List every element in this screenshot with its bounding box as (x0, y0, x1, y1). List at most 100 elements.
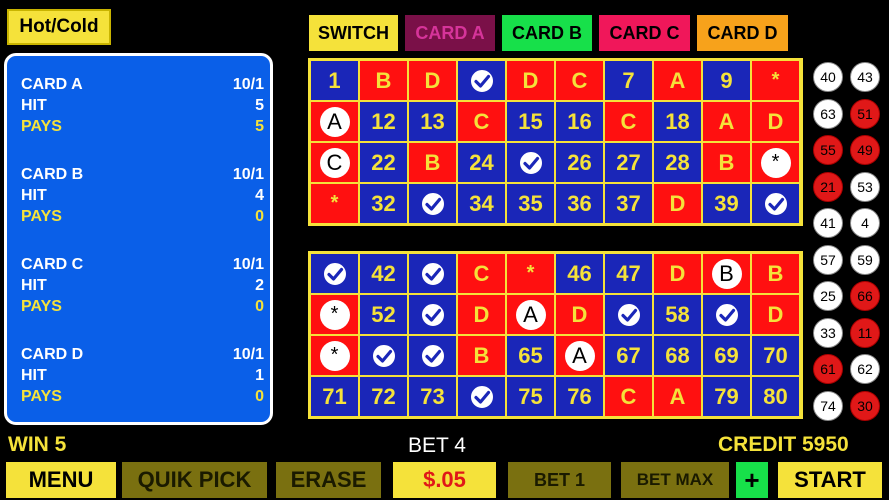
keno-cell[interactable]: 13 (409, 102, 456, 141)
keno-cell[interactable]: 16 (556, 102, 603, 141)
card-b-button[interactable]: CARD B (502, 15, 592, 51)
keno-cell[interactable]: B (703, 143, 750, 182)
card-name-row-value: 10/1 (232, 166, 264, 183)
keno-cell[interactable]: C (605, 102, 652, 141)
keno-cell[interactable]: * (311, 184, 358, 223)
denomination-button[interactable]: $.05 (393, 462, 496, 498)
keno-cell[interactable]: 65 (507, 336, 554, 375)
keno-cell[interactable]: 75 (507, 377, 554, 416)
keno-cell[interactable]: 1 (311, 61, 358, 100)
keno-cell[interactable]: 47 (605, 254, 652, 293)
keno-cell[interactable]: 32 (360, 184, 407, 223)
keno-cell[interactable]: * (752, 143, 799, 182)
plus-button[interactable]: + (736, 462, 768, 498)
keno-cell[interactable]: D (654, 184, 701, 223)
keno-cell[interactable]: A (654, 377, 701, 416)
card-d-button[interactable]: CARD D (697, 15, 788, 51)
keno-cell[interactable]: 24 (458, 143, 505, 182)
keno-cell[interactable] (605, 295, 652, 334)
keno-cell[interactable]: 73 (409, 377, 456, 416)
keno-cell[interactable]: A (311, 102, 358, 141)
keno-cell[interactable] (360, 336, 407, 375)
keno-cell[interactable]: D (458, 295, 505, 334)
keno-cell[interactable]: 69 (703, 336, 750, 375)
keno-cell[interactable]: * (507, 254, 554, 293)
keno-cell[interactable]: 79 (703, 377, 750, 416)
keno-cell[interactable]: C (458, 254, 505, 293)
cell-label: 46 (567, 260, 592, 286)
keno-cell[interactable]: * (752, 61, 799, 100)
keno-cell[interactable]: 80 (752, 377, 799, 416)
keno-cell[interactable]: 72 (360, 377, 407, 416)
keno-cell[interactable]: 22 (360, 143, 407, 182)
keno-cell[interactable]: B (458, 336, 505, 375)
cell-label: 47 (616, 260, 641, 286)
keno-cell[interactable]: C (311, 143, 358, 182)
keno-cell[interactable]: B (360, 61, 407, 100)
keno-cell[interactable]: B (703, 254, 750, 293)
keno-cell[interactable] (458, 61, 505, 100)
keno-cell[interactable]: 18 (654, 102, 701, 141)
keno-cell[interactable]: C (458, 102, 505, 141)
pays-row-value: 0 (255, 208, 264, 225)
keno-cell[interactable] (507, 143, 554, 182)
keno-cell[interactable]: C (605, 377, 652, 416)
pays-row: PAYS 5 (21, 118, 264, 138)
keno-cell[interactable]: 58 (654, 295, 701, 334)
keno-cell[interactable]: 34 (458, 184, 505, 223)
keno-cell[interactable]: 39 (703, 184, 750, 223)
keno-cell[interactable]: 26 (556, 143, 603, 182)
card-c-button[interactable]: CARD C (599, 15, 690, 51)
keno-cell[interactable] (409, 336, 456, 375)
start-button[interactable]: START (778, 462, 882, 498)
keno-cell[interactable]: A (703, 102, 750, 141)
keno-cell[interactable]: 15 (507, 102, 554, 141)
keno-cell[interactable] (409, 254, 456, 293)
keno-cell[interactable]: 28 (654, 143, 701, 182)
keno-cell[interactable]: B (409, 143, 456, 182)
keno-cell[interactable]: D (752, 102, 799, 141)
keno-cell[interactable]: A (556, 336, 603, 375)
hot-cold-button[interactable]: Hot/Cold (7, 9, 111, 45)
quik-pick-button[interactable]: QUIK PICK (122, 462, 267, 498)
keno-cell[interactable]: C (556, 61, 603, 100)
keno-cell[interactable]: 71 (311, 377, 358, 416)
keno-cell[interactable]: 12 (360, 102, 407, 141)
card-a-button[interactable]: CARD A (405, 15, 495, 51)
keno-cell[interactable]: 37 (605, 184, 652, 223)
keno-cell[interactable]: 46 (556, 254, 603, 293)
keno-cell[interactable]: * (311, 336, 358, 375)
keno-cell[interactable]: 7 (605, 61, 652, 100)
keno-cell[interactable]: 42 (360, 254, 407, 293)
keno-cell[interactable]: D (752, 295, 799, 334)
keno-cell[interactable] (458, 377, 505, 416)
keno-cell[interactable]: 9 (703, 61, 750, 100)
keno-cell[interactable]: 67 (605, 336, 652, 375)
keno-cell[interactable]: * (311, 295, 358, 334)
erase-button[interactable]: ERASE (276, 462, 381, 498)
keno-cell[interactable]: 76 (556, 377, 603, 416)
bet-one-button[interactable]: BET 1 (508, 462, 611, 498)
bet-max-button[interactable]: BET MAX (621, 462, 729, 498)
keno-cell[interactable]: 68 (654, 336, 701, 375)
keno-cell[interactable]: 35 (507, 184, 554, 223)
keno-cell[interactable]: 70 (752, 336, 799, 375)
keno-cell[interactable]: D (507, 61, 554, 100)
keno-cell[interactable] (703, 295, 750, 334)
keno-cell[interactable] (752, 184, 799, 223)
keno-cell[interactable] (409, 295, 456, 334)
keno-cell[interactable]: B (752, 254, 799, 293)
keno-cell[interactable]: 36 (556, 184, 603, 223)
keno-cell[interactable]: 27 (605, 143, 652, 182)
keno-cell[interactable]: A (654, 61, 701, 100)
keno-cell[interactable]: A (507, 295, 554, 334)
menu-button[interactable]: MENU (6, 462, 116, 498)
keno-cell[interactable] (409, 184, 456, 223)
keno-cell[interactable]: D (409, 61, 456, 100)
keno-cell[interactable]: D (654, 254, 701, 293)
keno-cell[interactable] (311, 254, 358, 293)
win-label: WIN 5 (8, 433, 67, 456)
keno-cell[interactable]: D (556, 295, 603, 334)
switch-button[interactable]: SWITCH (309, 15, 398, 51)
keno-cell[interactable]: 52 (360, 295, 407, 334)
